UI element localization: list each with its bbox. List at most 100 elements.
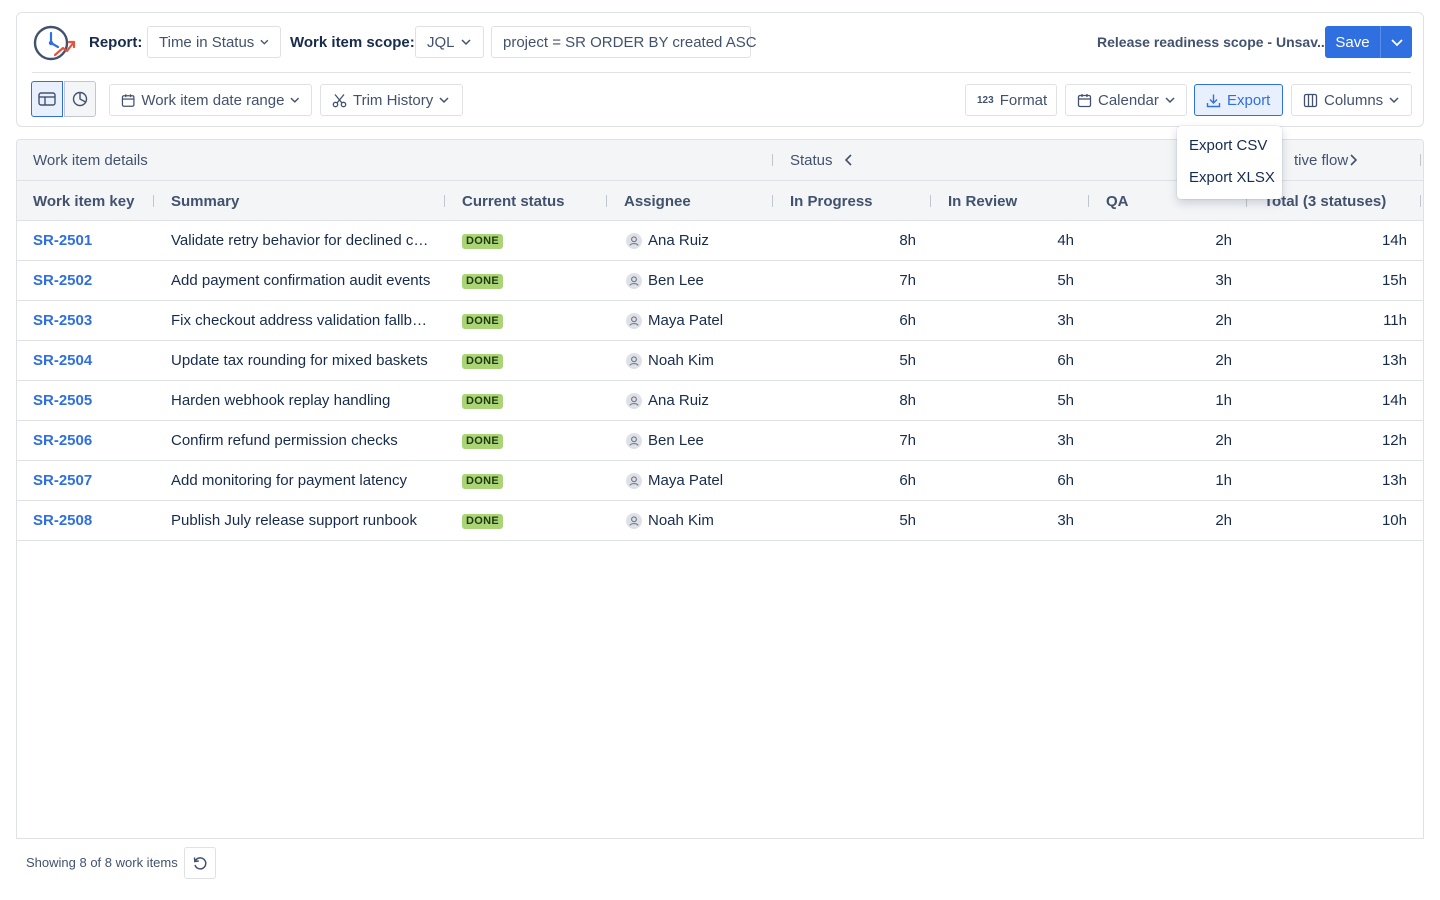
download-icon bbox=[1206, 94, 1221, 107]
column-header-total[interactable]: Total (3 statuses) bbox=[1264, 193, 1386, 210]
view-toggle bbox=[31, 81, 96, 117]
summary-cell: Fix checkout address validation fallback bbox=[171, 312, 433, 329]
assignee-cell: Noah Kim bbox=[648, 512, 714, 529]
jql-query-input[interactable]: project = SR ORDER BY created ASC bbox=[491, 26, 757, 58]
status-badge: DONE bbox=[462, 514, 503, 529]
export-button[interactable]: Export bbox=[1194, 84, 1283, 116]
refresh-icon bbox=[193, 857, 207, 870]
showing-count-text: Showing 8 of 8 work items bbox=[26, 855, 178, 870]
assignee-cell: Ben Lee bbox=[648, 272, 704, 289]
work-item-key-link[interactable]: SR-2505 bbox=[33, 392, 148, 409]
column-header-qa[interactable]: QA bbox=[1106, 193, 1129, 210]
avatar-icon bbox=[626, 393, 642, 409]
format-label: Format bbox=[999, 91, 1048, 109]
work-item-key-link[interactable]: SR-2508 bbox=[33, 512, 148, 529]
column-divider[interactable] bbox=[930, 195, 931, 207]
total-cell: 14h bbox=[1381, 392, 1407, 409]
status-badge: DONE bbox=[462, 274, 503, 289]
avatar-icon bbox=[626, 313, 642, 329]
qa-cell: 2h bbox=[1215, 232, 1232, 249]
format-button[interactable]: 123 Format bbox=[965, 84, 1057, 116]
table-icon bbox=[38, 92, 56, 106]
chevron-left-icon[interactable] bbox=[845, 154, 853, 166]
date-range-button[interactable]: Work item date range bbox=[109, 84, 312, 116]
assignee-cell: Noah Kim bbox=[648, 352, 714, 369]
work-item-key-link[interactable]: SR-2507 bbox=[33, 472, 148, 489]
total-cell: 13h bbox=[1381, 472, 1407, 489]
chart-view-button[interactable] bbox=[64, 81, 96, 117]
status-badge: DONE bbox=[462, 314, 503, 329]
table-row[interactable]: SR-2504 Update tax rounding for mixed bas… bbox=[17, 341, 1423, 381]
avatar-icon bbox=[626, 513, 642, 529]
assignee-cell: Ana Ruiz bbox=[648, 392, 709, 409]
date-range-label: Work item date range bbox=[141, 91, 285, 109]
work-item-key-link[interactable]: SR-2504 bbox=[33, 352, 148, 369]
columns-button[interactable]: Columns bbox=[1291, 84, 1412, 116]
qa-cell: 1h bbox=[1215, 472, 1232, 489]
qa-cell: 2h bbox=[1215, 512, 1232, 529]
table-row[interactable]: SR-2506 Confirm refund permission checks D… bbox=[17, 421, 1423, 461]
columns-icon bbox=[1303, 93, 1318, 107]
work-item-key-link[interactable]: SR-2502 bbox=[33, 272, 148, 289]
scope-type-select[interactable]: JQL bbox=[415, 26, 484, 58]
assignee-cell: Ana Ruiz bbox=[648, 232, 709, 249]
avatar-icon bbox=[626, 273, 642, 289]
column-header-assignee[interactable]: Assignee bbox=[624, 193, 691, 210]
chevron-down-icon bbox=[260, 39, 269, 45]
work-item-key-link[interactable]: SR-2506 bbox=[33, 432, 148, 449]
total-cell: 10h bbox=[1381, 512, 1407, 529]
columns-label: Columns bbox=[1324, 91, 1384, 109]
column-header-in-review[interactable]: In Review bbox=[948, 193, 1017, 210]
refresh-button[interactable] bbox=[184, 847, 216, 879]
column-divider[interactable] bbox=[153, 195, 154, 207]
table-row[interactable]: SR-2507 Add monitoring for payment latenc… bbox=[17, 461, 1423, 501]
work-item-key-link[interactable]: SR-2503 bbox=[33, 312, 148, 329]
report-label: Report: bbox=[89, 34, 143, 51]
assignee-cell: Maya Patel bbox=[648, 472, 724, 489]
time-in-status-table: Work item details Status tive flow Work … bbox=[16, 139, 1424, 839]
qa-cell: 2h bbox=[1215, 312, 1232, 329]
column-divider[interactable] bbox=[444, 195, 445, 207]
jql-query-value: project = SR ORDER BY created ASC bbox=[503, 33, 757, 51]
trim-history-button[interactable]: Trim History bbox=[320, 84, 463, 116]
table-row[interactable]: SR-2502 Add payment confirmation audit ev… bbox=[17, 261, 1423, 301]
qa-cell: 3h bbox=[1215, 272, 1232, 289]
report-type-select[interactable]: Time in Status bbox=[147, 26, 281, 58]
table-view-button[interactable] bbox=[31, 81, 63, 117]
save-button-group: Save bbox=[1325, 26, 1412, 58]
table-row[interactable]: SR-2508 Publish July release support runb… bbox=[17, 501, 1423, 541]
avatar-icon bbox=[626, 473, 642, 489]
save-button[interactable]: Save bbox=[1325, 26, 1380, 58]
column-header-current-status[interactable]: Current status bbox=[462, 193, 565, 210]
pie-chart-icon bbox=[72, 91, 88, 107]
in-review-cell: 6h bbox=[1057, 472, 1074, 489]
chevron-down-icon bbox=[1389, 97, 1399, 104]
in-progress-cell: 6h bbox=[899, 312, 916, 329]
in-progress-cell: 7h bbox=[899, 432, 916, 449]
column-divider[interactable] bbox=[1420, 195, 1421, 207]
export-xlsx-item[interactable]: Export XLSX bbox=[1189, 169, 1275, 186]
chevron-right-icon[interactable] bbox=[1349, 154, 1357, 166]
column-header-key[interactable]: Work item key bbox=[33, 193, 134, 210]
in-review-cell: 3h bbox=[1057, 432, 1074, 449]
column-divider[interactable] bbox=[772, 195, 773, 207]
table-row[interactable]: SR-2503 Fix checkout address validation f… bbox=[17, 301, 1423, 341]
group-header-status: Status bbox=[790, 152, 833, 169]
column-divider[interactable] bbox=[606, 195, 607, 207]
calendar-label: Calendar bbox=[1098, 91, 1159, 109]
column-header-summary[interactable]: Summary bbox=[171, 193, 239, 210]
work-item-key-link[interactable]: SR-2501 bbox=[33, 232, 148, 249]
summary-cell: Validate retry behavior for declined ca.… bbox=[171, 232, 433, 249]
column-header-in-progress[interactable]: In Progress bbox=[790, 193, 873, 210]
export-csv-item[interactable]: Export CSV bbox=[1189, 137, 1267, 154]
trim-history-label: Trim History bbox=[353, 91, 434, 109]
calendar-button[interactable]: Calendar bbox=[1065, 84, 1187, 116]
in-review-cell: 3h bbox=[1057, 312, 1074, 329]
column-divider[interactable] bbox=[1088, 195, 1089, 207]
save-options-button[interactable] bbox=[1380, 26, 1412, 58]
summary-cell: Publish July release support runbook bbox=[171, 512, 417, 529]
report-config-row: Report: Time in Status Work item scope: … bbox=[17, 13, 1423, 72]
table-row[interactable]: SR-2505 Harden webhook replay handling DON… bbox=[17, 381, 1423, 421]
table-row[interactable]: SR-2501 Validate retry behavior for decli… bbox=[17, 221, 1423, 261]
qa-cell: 2h bbox=[1215, 352, 1232, 369]
